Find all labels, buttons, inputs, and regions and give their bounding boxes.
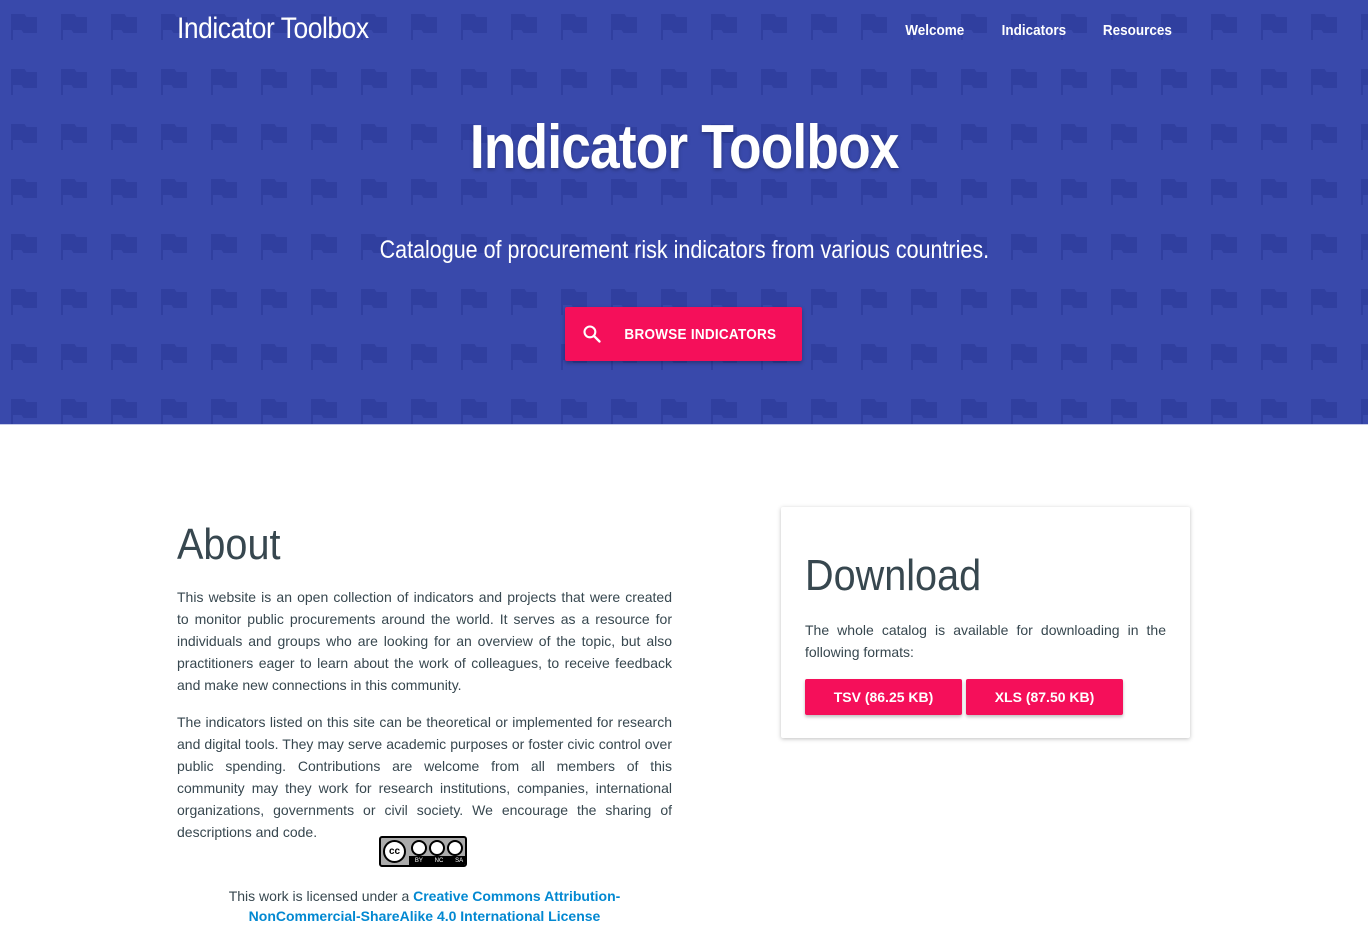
download-tsv-button[interactable]: TSV (86.25 KB) xyxy=(805,679,962,715)
cc-nc-label: NC xyxy=(434,857,444,864)
cc-sa-label: SA xyxy=(455,857,464,864)
hero-title: Indicator Toolbox xyxy=(469,113,900,182)
license-prefix: This work is licensed under a xyxy=(228,888,414,904)
download-heading: Download xyxy=(805,551,982,600)
sharealike-icon xyxy=(447,840,463,856)
search-icon xyxy=(583,325,601,343)
about-heading: About xyxy=(177,520,281,569)
nav-welcome[interactable]: Welcome xyxy=(905,22,964,39)
main-nav: Welcome Indicators Resources xyxy=(902,22,1176,39)
browse-indicators-label: BROWSE INDICATORS xyxy=(624,325,777,343)
download-text: The whole catalog is available for downl… xyxy=(805,622,1166,660)
about-paragraph: This website is an open collection of in… xyxy=(177,589,672,693)
hero-banner: Indicator Toolbox Welcome Indicators Res… xyxy=(0,0,1368,425)
cc-by-label: BY xyxy=(414,857,423,864)
nav-indicators[interactable]: Indicators xyxy=(1001,22,1066,39)
browse-indicators-button[interactable]: BROWSE INDICATORS xyxy=(565,307,802,361)
download-card: Download The whole catalog is available … xyxy=(781,507,1190,738)
hero-subtitle: Catalogue of procurement risk indicators… xyxy=(379,236,989,264)
download-buttons: TSV (86.25 KB) XLS (87.50 KB) xyxy=(805,679,1166,715)
noncommercial-icon xyxy=(429,840,445,856)
nav-resources[interactable]: Resources xyxy=(1103,22,1172,39)
about-paragraph: The indicators listed on this site can b… xyxy=(177,714,672,840)
license-text: This work is licensed under a Creative C… xyxy=(177,886,672,926)
about-section: About This website is an open collection… xyxy=(177,520,672,924)
cc-icon: cc xyxy=(383,840,406,863)
attribution-icon xyxy=(411,840,427,856)
cc-license-badge[interactable]: cc BY NC SA xyxy=(379,836,467,867)
site-brand[interactable]: Indicator Toolbox xyxy=(177,12,369,46)
download-xls-button[interactable]: XLS (87.50 KB) xyxy=(966,679,1123,715)
